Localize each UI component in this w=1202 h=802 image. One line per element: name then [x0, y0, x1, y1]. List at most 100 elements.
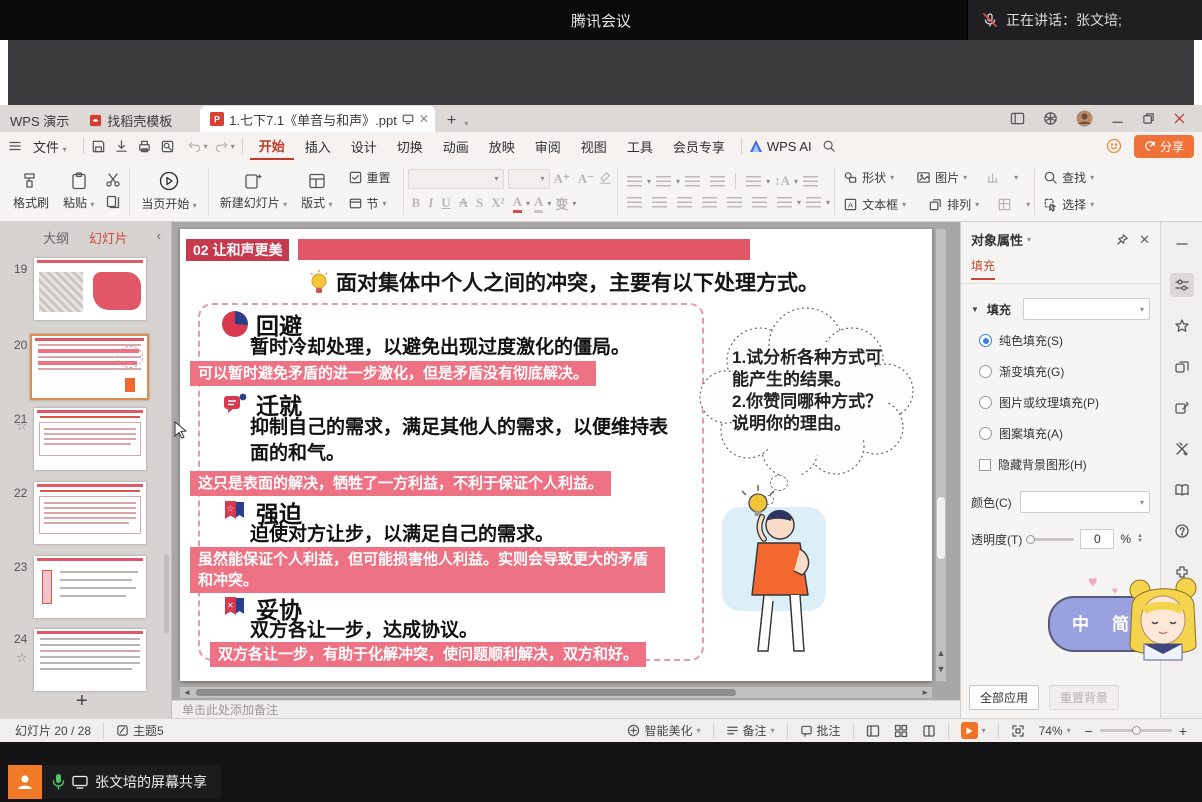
reset-background-button[interactable]: 重置背景 — [1049, 685, 1119, 710]
comments-button[interactable]: 批注 — [793, 722, 848, 739]
search-icon[interactable] — [822, 139, 836, 153]
vertical-align-icon[interactable] — [752, 197, 767, 208]
option-solid-fill[interactable]: 纯色填充(S) — [979, 332, 1160, 349]
start-from-current-button[interactable]: 当页开始 ▾ — [134, 168, 203, 214]
bullet-list-icon[interactable] — [627, 176, 642, 187]
increase-indent-icon[interactable] — [710, 176, 725, 187]
minimize-icon[interactable] — [1111, 112, 1124, 125]
select-button[interactable]: 选择▾ — [1039, 194, 1098, 215]
item-compromise-note[interactable]: 双方各让一步，有助于化解冲突，使问题顺利解决，双方和好。 — [210, 642, 646, 667]
transparency-stepper[interactable]: ▲▼ — [1137, 534, 1143, 544]
wps-ai-label[interactable]: WPS AI — [767, 139, 812, 154]
paragraph-settings-icon[interactable] — [806, 197, 821, 208]
redo-chevron[interactable]: ▾ — [231, 142, 235, 151]
edit-pen-strip-icon[interactable] — [1170, 396, 1194, 420]
vertical-scrollbar[interactable] — [936, 229, 946, 681]
align-left-icon[interactable] — [627, 197, 642, 208]
table-insert-icon[interactable] — [997, 197, 1012, 212]
wps-app-tab[interactable]: WPS 演示 — [0, 108, 79, 132]
close-panel-icon[interactable]: ✕ — [1139, 232, 1150, 248]
person-illustration[interactable] — [712, 481, 844, 666]
fit-slide-button[interactable] — [1004, 724, 1032, 738]
slide-thumbnail-19[interactable] — [34, 258, 146, 320]
slide-thumbnail-24[interactable] — [34, 629, 146, 691]
transparency-slider-thumb[interactable] — [1026, 535, 1035, 544]
add-slide-button[interactable]: + — [76, 690, 88, 713]
fill-section-label[interactable]: 填充 — [987, 301, 1011, 318]
redo-icon[interactable] — [214, 139, 229, 154]
normal-view-button[interactable] — [859, 724, 887, 738]
collapse-panel-icon[interactable]: ‹ — [157, 228, 161, 243]
font-color-button[interactable]: A — [513, 194, 522, 213]
reading-view-button[interactable] — [915, 724, 943, 738]
slide-sorter-view-button[interactable] — [887, 724, 915, 738]
sync-cube-icon[interactable] — [1043, 111, 1058, 126]
menu-tab-design[interactable]: 设计 — [342, 134, 386, 159]
slide-thumbnail-22[interactable] — [34, 482, 146, 544]
notes-button[interactable]: 备注▾ — [719, 722, 782, 739]
textbox-button[interactable]: A 文本框▾ — [839, 194, 910, 215]
paste-button[interactable]: 粘贴 ▾ — [56, 169, 101, 213]
increase-font-icon[interactable]: A⁺ — [554, 171, 570, 187]
bold-button[interactable]: B — [412, 195, 421, 211]
find-button[interactable]: 查找▾ — [1039, 167, 1098, 188]
fill-tab[interactable]: 填充 — [971, 257, 995, 280]
option-hide-background[interactable]: 隐藏背景图形(H) — [979, 456, 1160, 473]
color-dropdown[interactable]: ▾ — [1020, 491, 1150, 513]
collapse-strip-icon[interactable] — [1170, 232, 1194, 256]
menu-tab-view[interactable]: 视图 — [572, 134, 616, 159]
font-size-select[interactable]: ▾ — [508, 169, 550, 189]
close-window-icon[interactable] — [1173, 112, 1186, 125]
shapes-button[interactable]: 形状▾ — [839, 167, 898, 188]
menu-tab-slideshow[interactable]: 放映 — [480, 134, 524, 159]
highlight-button[interactable]: A — [534, 194, 543, 213]
zoom-slider[interactable] — [1100, 729, 1172, 732]
print-preview-icon[interactable] — [160, 139, 175, 154]
item-force-desc[interactable]: 迫使对方让步，以满足自己的需求。 — [250, 522, 554, 548]
number-list-icon[interactable] — [656, 176, 671, 187]
print-icon[interactable] — [137, 139, 152, 154]
next-slide-button[interactable]: ▼ — [934, 662, 948, 676]
menu-tab-insert[interactable]: 插入 — [296, 134, 340, 159]
item-force-note[interactable]: 虽然能保证个人利益，但可能损害他人利益。实则会导致更大的矛盾和冲突。 — [190, 547, 665, 593]
properties-strip-icon[interactable] — [1170, 273, 1194, 297]
align-right-icon[interactable] — [677, 197, 692, 208]
decrease-font-icon[interactable]: A⁻ — [578, 171, 594, 187]
slide-section-banner[interactable]: 02 让和声更美 — [186, 239, 289, 261]
fill-type-dropdown[interactable]: ▾ — [1023, 298, 1150, 320]
reading-strip-icon[interactable] — [1170, 478, 1194, 502]
animation-strip-icon[interactable] — [1170, 355, 1194, 379]
text-direction-icon[interactable] — [746, 176, 761, 187]
scroll-right-arrow[interactable]: ► — [921, 688, 929, 697]
help-strip-icon[interactable] — [1170, 519, 1194, 543]
menu-tab-review[interactable]: 审阅 — [526, 134, 570, 159]
vertical-scrollbar-thumb[interactable] — [937, 497, 945, 559]
slide-headline[interactable]: 面对集体中个人之间的冲突，主要有以下处理方式。 — [308, 267, 819, 297]
user-avatar[interactable] — [1076, 110, 1093, 127]
line-spacing-icon[interactable]: ↕A — [774, 173, 790, 189]
apply-all-button[interactable]: 全部应用 — [969, 685, 1039, 710]
format-painter-button[interactable]: 格式刷 — [6, 169, 56, 213]
outline-tab[interactable]: 大纲 — [43, 231, 69, 246]
slide-thumbnail-21[interactable] — [34, 408, 146, 470]
picture-button[interactable]: 图片▾ — [912, 167, 971, 188]
zoom-in-button[interactable]: + — [1172, 723, 1194, 739]
font-name-select[interactable]: ▾ — [408, 169, 504, 189]
effects-strip-icon[interactable] — [1170, 314, 1194, 338]
distribute-icon[interactable] — [727, 197, 742, 208]
zoom-slider-thumb[interactable] — [1132, 726, 1141, 735]
document-tab[interactable]: P 1.七下7.1《单音与和声》.ppt ✕ — [200, 106, 435, 132]
smart-beautify-button[interactable]: 智能美化▾ — [620, 722, 707, 739]
item-compromise-desc[interactable]: 双方各让一步，达成协议。 — [250, 618, 478, 644]
slide-20[interactable]: 02 让和声更美 面对集体中个人之间的冲突，主要有以下处理方式。 回避 暂时冷却… — [180, 229, 932, 681]
option-pattern-fill[interactable]: 图案填充(A) — [979, 425, 1160, 442]
italic-button[interactable]: I — [428, 195, 433, 211]
save-icon[interactable] — [91, 139, 106, 154]
option-picture-fill[interactable]: 图片或纹理填充(P) — [979, 394, 1160, 411]
transparency-slider[interactable] — [1028, 538, 1074, 541]
reset-button[interactable]: 重置 — [344, 167, 395, 188]
scroll-left-arrow[interactable]: ◄ — [183, 688, 191, 697]
menu-tab-member[interactable]: 会员专享 — [664, 134, 734, 159]
screen-share-chip[interactable]: 张文培的屏幕共享 — [8, 765, 221, 799]
new-tab-button[interactable]: + — [447, 112, 456, 130]
